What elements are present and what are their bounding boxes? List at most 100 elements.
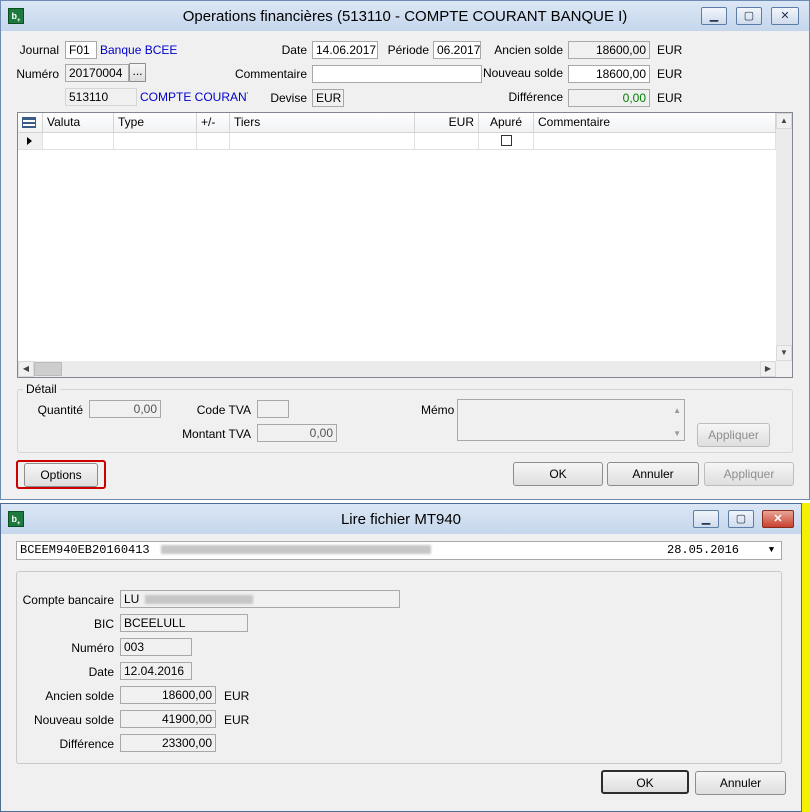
mt940-ancien-solde-label: Ancien solde [45, 689, 114, 703]
mt940-date-label: Date [88, 665, 114, 679]
journal-label: Journal [19, 43, 59, 57]
cell-type[interactable] [114, 133, 197, 150]
scroll-down-icon: ▼ [780, 348, 788, 357]
memo-scroll-up-icon: ▲ [673, 406, 681, 415]
mt940-file-date: 28.05.2016 [667, 543, 740, 557]
bic-label: BIC [93, 617, 114, 631]
column-header-sign[interactable]: +/- [197, 113, 230, 133]
cell-sign[interactable] [197, 133, 230, 150]
maximize-icon: ▢ [735, 513, 747, 525]
close-button[interactable]: ✕ [762, 510, 794, 528]
column-header-eur[interactable]: EUR [415, 113, 479, 133]
annuler-button[interactable]: Annuler [607, 462, 699, 486]
maximize-icon: ▢ [743, 10, 755, 22]
mt940-numero-label: Numéro [71, 641, 114, 655]
date-field[interactable]: 14.06.2017 [312, 41, 378, 59]
detail-appliquer-button[interactable]: Appliquer [697, 423, 770, 447]
code-tva-field [257, 400, 289, 418]
mt940-numero-field: 003 [120, 638, 192, 656]
commentaire-label: Commentaire [234, 67, 307, 81]
horizontal-scroll-thumb[interactable] [34, 362, 62, 376]
row-pointer-icon [27, 137, 32, 145]
mt940-window: b+ Lire fichier MT940 ▁ ▢ ✕ BCEEM940EB20… [0, 503, 802, 812]
journal-name: Banque BCEE [100, 43, 178, 57]
cell-apure[interactable] [479, 133, 534, 150]
memo-field: ▲ ▼ [457, 399, 685, 441]
journal-code-field[interactable]: F01 [65, 41, 97, 59]
minimize-button[interactable]: ▁ [693, 510, 719, 528]
account-name: COMPTE COURANT E [140, 90, 248, 104]
mt940-file-name: BCEEM940EB20160413 [20, 543, 150, 557]
mt940-nouveau-solde-label: Nouveau solde [33, 713, 114, 727]
cell-tiers[interactable] [230, 133, 415, 150]
options-highlight-box [16, 460, 106, 489]
column-header-type[interactable]: Type [114, 113, 197, 133]
mt940-nouveau-solde-field: 41900,00 [120, 710, 216, 728]
scroll-left-button[interactable]: ◀ [18, 361, 34, 377]
mt940-ancien-solde-field: 18600,00 [120, 686, 216, 704]
cell-commentaire[interactable] [534, 133, 776, 150]
column-header-valuta[interactable]: Valuta [43, 113, 114, 133]
devise-label: Devise [270, 91, 307, 105]
scroll-down-button[interactable]: ▼ [776, 345, 792, 361]
vertical-scrollbar[interactable]: ▲ ▼ [776, 113, 792, 361]
bic-field: BCEELULL [120, 614, 248, 632]
memo-label: Mémo [421, 403, 455, 417]
devise-field: EUR [312, 89, 344, 107]
mt940-difference-field: 23300,00 [120, 734, 216, 752]
ok-button[interactable]: OK [513, 462, 603, 486]
nouveau-solde-label: Nouveau solde [482, 66, 563, 80]
mt940-titlebar[interactable]: b+ Lire fichier MT940 ▁ ▢ ✕ [1, 504, 801, 534]
quantite-label: Quantité [37, 403, 83, 417]
mt940-file-redacted [160, 545, 431, 555]
numero-label: Numéro [16, 67, 59, 81]
montant-tva-label: Montant TVA [182, 427, 251, 441]
apure-checkbox[interactable] [501, 135, 512, 146]
window-title: Operations financières (513110 - COMPTE … [182, 8, 628, 25]
compte-bancaire-redacted [144, 595, 253, 605]
grid-corner[interactable] [18, 113, 43, 133]
maximize-button[interactable]: ▢ [736, 7, 762, 25]
numero-field[interactable]: 20170004 [65, 64, 129, 82]
mt940-difference-label: Différence [59, 737, 114, 751]
minimize-icon: ▁ [709, 10, 719, 22]
column-header-commentaire[interactable]: Commentaire [534, 113, 776, 133]
compte-bancaire-field: LU [120, 590, 400, 608]
close-icon: ✕ [773, 513, 783, 525]
scrollbar-corner [776, 361, 792, 377]
mt940-annuler-button[interactable]: Annuler [695, 771, 786, 795]
periode-field[interactable]: 06.2017 [433, 41, 481, 59]
montant-tva-field: 0,00 [257, 424, 337, 442]
commentaire-field[interactable] [312, 65, 482, 83]
column-header-apure[interactable]: Apuré [479, 113, 534, 133]
ancien-solde-currency: EUR [657, 43, 683, 57]
appliquer-button[interactable]: Appliquer [704, 462, 794, 486]
column-header-tiers[interactable]: Tiers [230, 113, 415, 133]
code-tva-label: Code TVA [196, 403, 251, 417]
maximize-button[interactable]: ▢ [728, 510, 754, 528]
scroll-right-button[interactable]: ▶ [760, 361, 776, 377]
ancien-solde-field: 18600,00 [568, 41, 650, 59]
mt940-ok-button[interactable]: OK [601, 770, 689, 794]
operations-titlebar[interactable]: b+ Operations financières (513110 - COMP… [1, 1, 809, 31]
scroll-left-icon: ◀ [22, 364, 30, 373]
close-button[interactable]: ✕ [771, 7, 799, 25]
scroll-up-button[interactable]: ▲ [776, 113, 792, 129]
row-indicator[interactable] [18, 133, 43, 150]
operations-grid[interactable]: Valuta Type +/- Tiers EUR Apuré Commenta… [17, 112, 793, 378]
mt940-file-select[interactable]: BCEEM940EB20160413 28.05.2016 ▼ [16, 541, 782, 560]
horizontal-scrollbar[interactable]: ◀ ▶ [18, 361, 776, 377]
cell-valuta[interactable] [43, 133, 114, 150]
minimize-icon: ▁ [701, 513, 711, 525]
mt940-ancien-solde-currency: EUR [224, 689, 250, 703]
dropdown-arrow-icon[interactable]: ▼ [764, 543, 779, 557]
nouveau-solde-field[interactable]: 18600,00 [568, 65, 650, 83]
nouveau-solde-currency: EUR [657, 67, 683, 81]
minimize-button[interactable]: ▁ [701, 7, 727, 25]
quantite-field: 0,00 [89, 400, 161, 418]
close-icon: ✕ [780, 10, 790, 22]
cell-eur[interactable] [415, 133, 479, 150]
numero-browse-button[interactable]: ... [129, 63, 146, 82]
scroll-up-icon: ▲ [780, 116, 788, 125]
difference-label: Différence [508, 90, 563, 104]
